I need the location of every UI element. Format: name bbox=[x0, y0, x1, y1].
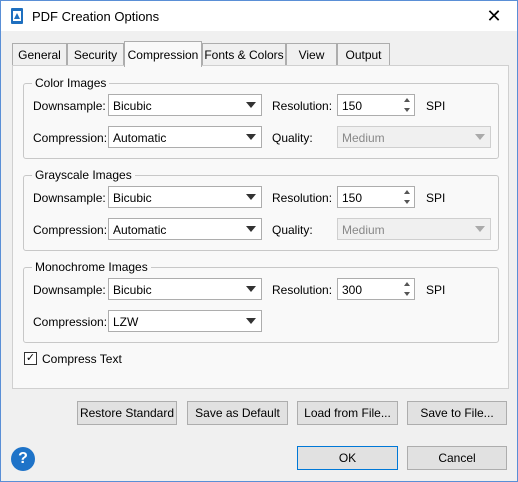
grayscale-resolution-unit: SPI bbox=[426, 191, 446, 205]
cancel-button[interactable]: Cancel bbox=[407, 446, 507, 470]
compress-text-label[interactable]: Compress Text bbox=[42, 352, 122, 366]
grayscale-downsample-label: Downsample: bbox=[33, 191, 106, 205]
monochrome-images-legend: Monochrome Images bbox=[32, 260, 151, 274]
help-button[interactable]: ? bbox=[11, 447, 35, 471]
mono-compression-label: Compression: bbox=[33, 315, 108, 329]
mono-downsample-select[interactable]: Bicubic bbox=[108, 278, 262, 300]
spin-down-icon[interactable] bbox=[404, 200, 410, 204]
color-images-legend: Color Images bbox=[32, 76, 110, 90]
monochrome-images-group: Monochrome Images Downsample: Bicubic Re… bbox=[23, 260, 499, 343]
save-as-default-button[interactable]: Save as Default bbox=[187, 401, 288, 425]
color-images-group: Color Images Downsample: Bicubic Resolut… bbox=[23, 76, 499, 159]
question-icon: ? bbox=[18, 450, 28, 467]
save-to-file-button[interactable]: Save to File... bbox=[407, 401, 507, 425]
window-title: PDF Creation Options bbox=[32, 9, 160, 24]
grayscale-quality-label: Quality: bbox=[272, 223, 313, 237]
chevron-down-icon bbox=[475, 134, 485, 140]
color-quality-select[interactable]: Medium bbox=[337, 126, 491, 148]
spin-up-icon[interactable] bbox=[404, 282, 410, 286]
spin-down-icon[interactable] bbox=[404, 108, 410, 112]
ok-button[interactable]: OK bbox=[297, 446, 398, 470]
grayscale-images-group: Grayscale Images Downsample: Bicubic Res… bbox=[23, 168, 499, 251]
grayscale-resolution-label: Resolution: bbox=[272, 191, 333, 205]
color-downsample-label: Downsample: bbox=[33, 99, 106, 113]
restore-standard-button[interactable]: Restore Standard bbox=[77, 401, 177, 425]
color-resolution-unit: SPI bbox=[426, 99, 446, 113]
close-button[interactable]: ✕ bbox=[471, 1, 517, 31]
tab-view[interactable]: View bbox=[286, 43, 337, 65]
spin-up-icon[interactable] bbox=[404, 190, 410, 194]
title-bar: PDF Creation Options ✕ bbox=[1, 1, 517, 31]
grayscale-images-legend: Grayscale Images bbox=[32, 168, 135, 182]
tab-general[interactable]: General bbox=[12, 43, 67, 65]
mono-resolution-spinner[interactable]: 300 bbox=[337, 278, 415, 300]
mono-compression-select[interactable]: LZW bbox=[108, 310, 262, 332]
spin-down-icon[interactable] bbox=[404, 292, 410, 296]
grayscale-downsample-select[interactable]: Bicubic bbox=[108, 186, 262, 208]
color-compression-select[interactable]: Automatic bbox=[108, 126, 262, 148]
mono-downsample-label: Downsample: bbox=[33, 283, 106, 297]
chevron-down-icon bbox=[246, 226, 256, 232]
grayscale-resolution-spinner[interactable]: 150 bbox=[337, 186, 415, 208]
chevron-down-icon bbox=[246, 194, 256, 200]
compression-panel: Color Images Downsample: Bicubic Resolut… bbox=[12, 65, 509, 389]
tab-fonts-colors[interactable]: Fonts & Colors bbox=[202, 43, 286, 65]
color-compression-label: Compression: bbox=[33, 131, 108, 145]
pdf-options-dialog: PDF Creation Options ✕ General Security … bbox=[0, 0, 518, 482]
spin-up-icon[interactable] bbox=[404, 98, 410, 102]
tab-security[interactable]: Security bbox=[67, 43, 124, 65]
color-quality-label: Quality: bbox=[272, 131, 313, 145]
grayscale-compression-label: Compression: bbox=[33, 223, 108, 237]
chevron-down-icon bbox=[246, 318, 256, 324]
mono-resolution-label: Resolution: bbox=[272, 283, 333, 297]
tab-output[interactable]: Output bbox=[337, 43, 390, 65]
chevron-down-icon bbox=[246, 134, 256, 140]
chevron-down-icon bbox=[246, 286, 256, 292]
app-icon bbox=[11, 8, 23, 24]
load-from-file-button[interactable]: Load from File... bbox=[297, 401, 398, 425]
grayscale-compression-select[interactable]: Automatic bbox=[108, 218, 262, 240]
tab-compression[interactable]: Compression bbox=[124, 41, 202, 67]
grayscale-quality-select[interactable]: Medium bbox=[337, 218, 491, 240]
mono-resolution-unit: SPI bbox=[426, 283, 446, 297]
chevron-down-icon bbox=[246, 102, 256, 108]
close-icon: ✕ bbox=[486, 5, 502, 26]
color-resolution-spinner[interactable]: 150 bbox=[337, 94, 415, 116]
color-downsample-select[interactable]: Bicubic bbox=[108, 94, 262, 116]
chevron-down-icon bbox=[475, 226, 485, 232]
checkmark-icon: ✓ bbox=[25, 352, 36, 364]
color-resolution-label: Resolution: bbox=[272, 99, 333, 113]
compress-text-checkbox[interactable]: ✓ bbox=[24, 352, 37, 365]
